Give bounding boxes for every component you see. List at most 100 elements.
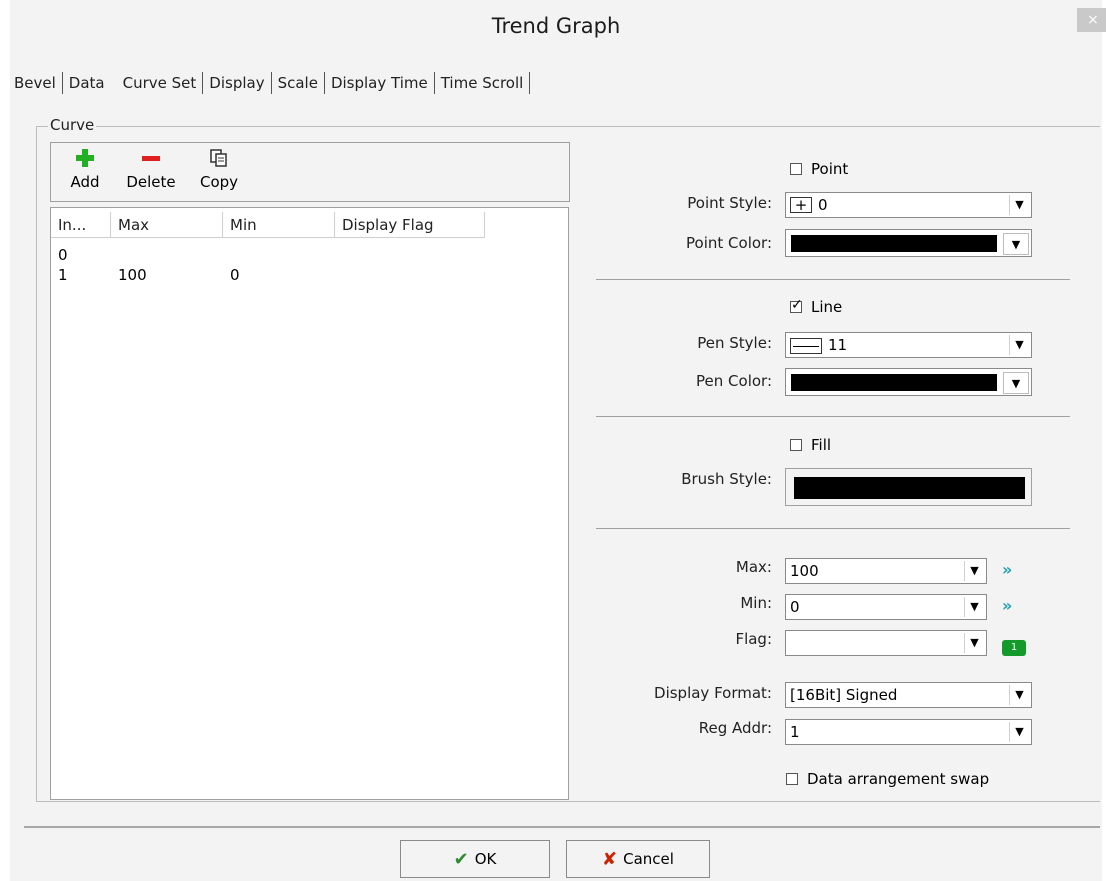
copy-button[interactable]: Copy: [195, 143, 243, 191]
display-format-label: Display Format:: [654, 684, 772, 702]
display-format-select[interactable]: [16Bit] Signed ▼: [785, 682, 1032, 708]
dialog-title: Trend Graph: [491, 14, 621, 38]
tab-display[interactable]: Display: [205, 72, 268, 94]
copy-icon: [195, 147, 243, 173]
chevron-down-icon[interactable]: ▼: [1009, 685, 1029, 705]
reg-addr-value: 1: [790, 723, 800, 741]
tab-separator: [433, 72, 435, 94]
reg-addr-select[interactable]: 1 ▼: [785, 719, 1032, 745]
cancel-button[interactable]: ✘ Cancel: [566, 840, 710, 878]
min-select[interactable]: 0 ▼: [785, 594, 987, 620]
chevron-down-icon[interactable]: ▼: [1009, 195, 1029, 215]
tab-bevel[interactable]: Bevel: [10, 72, 60, 94]
chevron-down-icon[interactable]: ▼: [1003, 372, 1029, 394]
pen-color-picker[interactable]: ▼: [785, 368, 1032, 396]
min-label: Min:: [740, 594, 772, 612]
section-divider: [596, 416, 1070, 417]
panel-border: [36, 126, 1100, 127]
max-address-icon[interactable]: »: [1002, 560, 1026, 580]
add-label: Add: [70, 173, 100, 191]
close-icon: ×: [1087, 12, 1099, 28]
tab-separator: [529, 72, 531, 94]
reg-addr-label: Reg Addr:: [698, 719, 772, 737]
data-swap-checkbox[interactable]: Data arrangement swap: [786, 770, 989, 788]
chevron-down-icon[interactable]: ▼: [1009, 335, 1029, 355]
fill-checkbox-label: Fill: [811, 436, 832, 454]
close-button[interactable]: ×: [1077, 8, 1106, 32]
point-style-select[interactable]: +0 ▼: [785, 192, 1032, 218]
line-checkbox[interactable]: Line: [790, 297, 843, 316]
list-item[interactable]: 1 100 0: [51, 266, 491, 284]
point-style-text: 0: [818, 196, 828, 214]
fill-check-box[interactable]: [790, 439, 802, 451]
pen-color-swatch: [791, 374, 997, 391]
curve-list-header: In... Max Min Display Flag: [51, 212, 485, 238]
column-header-display-flag[interactable]: Display Flag: [335, 212, 485, 238]
line-check-box[interactable]: [790, 297, 803, 313]
chevron-down-icon[interactable]: ▼: [964, 633, 984, 653]
tab-separator: [202, 72, 204, 94]
minus-icon: [121, 147, 181, 173]
flag-select[interactable]: ▼: [785, 630, 987, 656]
panel-border: [36, 126, 37, 802]
pen-style-glyph: [790, 337, 822, 354]
column-header-max[interactable]: Max: [111, 212, 223, 238]
tab-separator: [270, 72, 272, 94]
min-value: 0: [790, 598, 800, 616]
tab-separator: [323, 72, 325, 94]
column-header-min[interactable]: Min: [223, 212, 335, 238]
point-style-value: +0: [790, 196, 828, 214]
tab-scale[interactable]: Scale: [274, 72, 322, 94]
panel-border: [24, 826, 1100, 828]
chevron-down-icon[interactable]: ▼: [1003, 233, 1029, 255]
curve-list[interactable]: In... Max Min Display Flag 0 1 100 0: [50, 207, 569, 800]
curve-toolbar: Add Delete Copy: [50, 142, 570, 202]
pen-style-select[interactable]: 11 ▼: [785, 332, 1032, 358]
point-checkbox-label: Point: [811, 160, 849, 178]
cell-index: 0: [58, 246, 68, 264]
max-select[interactable]: 100 ▼: [785, 558, 987, 584]
tab-display-time[interactable]: Display Time: [327, 72, 432, 94]
tab-data[interactable]: Data: [65, 72, 109, 94]
ok-button[interactable]: ✔ OK: [400, 840, 550, 878]
chevron-down-icon[interactable]: ▼: [964, 561, 984, 581]
flag-label: Flag:: [735, 630, 772, 648]
point-style-glyph: +: [790, 197, 812, 213]
curve-group-label: Curve: [48, 116, 97, 134]
tab-time-scroll[interactable]: Time Scroll: [437, 72, 528, 94]
delete-button[interactable]: Delete: [121, 143, 181, 191]
add-button[interactable]: Add: [65, 143, 105, 191]
chevron-down-icon[interactable]: ▼: [1009, 722, 1029, 742]
bit-address-icon[interactable]: 1: [1002, 640, 1026, 656]
section-divider: [596, 528, 1070, 529]
cross-icon: ✘: [602, 848, 618, 870]
max-value: 100: [790, 562, 819, 580]
pen-style-text: 11: [828, 336, 848, 354]
tab-bar: Bevel Data Curve Set Display Scale Displ…: [10, 68, 532, 98]
brush-style-label: Brush Style:: [681, 470, 772, 488]
fill-checkbox[interactable]: Fill: [790, 436, 831, 454]
point-checkbox[interactable]: Point: [790, 160, 848, 178]
pen-style-label: Pen Style:: [697, 334, 772, 352]
point-style-label: Point Style:: [687, 194, 772, 212]
delete-label: Delete: [126, 173, 176, 191]
cell-max: 100: [118, 266, 147, 284]
column-header-index[interactable]: In...: [51, 212, 111, 238]
point-check-box[interactable]: [790, 163, 802, 175]
point-color-picker[interactable]: ▼: [785, 229, 1032, 257]
line-checkbox-label: Line: [811, 298, 843, 316]
pen-style-value: 11: [790, 336, 847, 354]
brush-color-swatch: [794, 477, 1025, 499]
data-swap-check-box[interactable]: [786, 773, 798, 785]
data-swap-label: Data arrangement swap: [807, 770, 990, 788]
tab-curve-set[interactable]: Curve Set: [119, 72, 201, 94]
plus-icon: [65, 147, 105, 173]
chevron-down-icon[interactable]: ▼: [964, 597, 984, 617]
copy-label: Copy: [199, 173, 239, 191]
list-item[interactable]: 0: [51, 246, 491, 264]
ok-label: OK: [474, 850, 497, 868]
min-address-icon[interactable]: »: [1002, 596, 1026, 616]
point-color-swatch: [791, 235, 997, 252]
max-label: Max:: [735, 558, 772, 576]
brush-style-button[interactable]: [785, 468, 1032, 506]
